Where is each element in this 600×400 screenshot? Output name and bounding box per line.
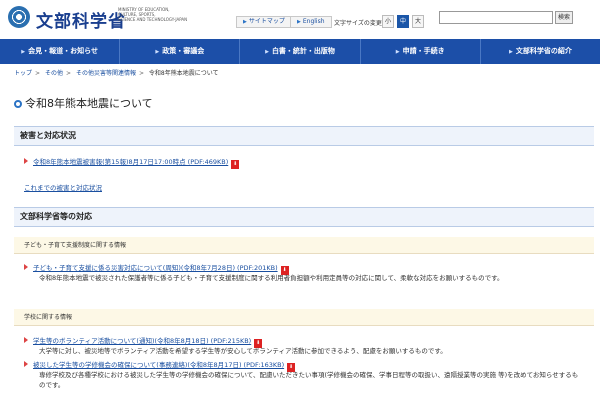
arrow-right-icon: ▶ <box>508 49 513 55</box>
arrow-right-icon: ▶ <box>395 49 400 55</box>
breadcrumb-separator-icon: > <box>35 70 41 77</box>
arrow-right-icon: ▶ <box>297 19 301 25</box>
breadcrumb-separator-icon: > <box>65 70 72 77</box>
circle-bullet-icon <box>14 100 22 108</box>
section-heading-response: 文部科学省等の対応 <box>14 207 594 227</box>
site-logo-text[interactable]: 文部科学省 <box>36 7 126 32</box>
volunteer-activity-description: 大学等に対し、被災地等でボランティア活動を希望する学生等が安心してボランティア活… <box>39 347 447 355</box>
volunteer-activity-link[interactable]: 学生等のボランティア活動について(通知)(令和8年8月18日) (PDF:215… <box>33 337 251 345</box>
subsection-heading-childcare: 子ども・子育て支援制度に関する情報 <box>14 237 594 254</box>
page-title-text: 令和8年熊本地震について <box>25 97 153 110</box>
section-heading-damage: 被害と対応状況 <box>14 126 594 146</box>
bullet-arrow-icon <box>24 264 28 270</box>
logo-sub-line: SCIENCE AND TECHNOLOGY-JAPAN <box>118 17 188 22</box>
nav-item-label: 文部科学省の紹介 <box>515 47 572 55</box>
study-opportunity-description: 専修学校及び各種学校における被災した学生等の学修機会の確保について、配慮いただき… <box>39 371 579 389</box>
bullet-arrow-icon <box>24 361 28 367</box>
nav-item-label: 白書・統計・出版物 <box>271 47 335 55</box>
nav-item-application[interactable]: ▶ 申請・手続き <box>361 39 481 64</box>
arrow-right-icon: ▶ <box>243 19 247 25</box>
nav-item-label: 会見・報道・お知らせ <box>28 47 98 55</box>
bullet-arrow-icon <box>24 337 28 343</box>
breadcrumb-current: 令和8年熊本地震について <box>148 70 219 77</box>
nav-item-policy[interactable]: ▶ 政策・審議会 <box>120 39 241 64</box>
site-header: 文部科学省 MINISTRY OF EDUCATION, CULTURE, SP… <box>0 0 600 38</box>
sitemap-button[interactable]: ▶ サイトマップ <box>236 16 292 28</box>
english-button[interactable]: ▶ English <box>290 16 332 28</box>
nav-item-whitepaper[interactable]: ▶ 白書・統計・出版物 <box>240 39 361 64</box>
childcare-support-link[interactable]: 子ども・子育て支援に係る災害対応について(周知)(令和8年7月28日) (PDF… <box>33 264 278 272</box>
breadcrumb-top[interactable]: トップ <box>14 70 32 77</box>
list-item: 令和8年熊本地震被害報(第15報)8月17日17:00時点 (PDF:469KB… <box>24 156 240 169</box>
nav-item-label: 政策・審議会 <box>162 47 205 55</box>
arrow-right-icon: ▶ <box>265 49 269 55</box>
arrow-right-icon: ▶ <box>21 49 26 55</box>
search-input[interactable] <box>439 11 553 24</box>
past-damage-status-link[interactable]: これまでの被害と対応状況 <box>24 182 102 192</box>
font-size-label: 文字サイズの変更 <box>334 20 382 27</box>
site-logo-subtitle: MINISTRY OF EDUCATION, CULTURE, SPORTS, … <box>118 7 187 22</box>
font-size-small-button[interactable]: 小 <box>382 15 394 28</box>
global-nav: ▶ 会見・報道・お知らせ ▶ 政策・審議会 ▶ 白書・統計・出版物 ▶ 申請・手続き ▶… <box>0 39 600 64</box>
nav-item-about[interactable]: ▶ 文部科学省の紹介 <box>481 39 600 64</box>
breadcrumb-separator-icon: > <box>138 70 144 77</box>
breadcrumb: トップ > その他 > その他災害等関連情報 > 令和8年熊本地震について <box>14 68 219 77</box>
breadcrumb-other[interactable]: その他 <box>45 70 63 77</box>
nav-item-label: 申請・手続き <box>402 47 445 55</box>
study-opportunity-link[interactable]: 被災した学生等の学修機会の確保について(事務連絡)(令和8年8月17日) (PD… <box>33 361 284 369</box>
arrow-right-icon: ▶ <box>155 49 160 55</box>
mext-logo-icon[interactable] <box>8 6 30 28</box>
page-title: 令和8年熊本地震について <box>14 95 153 111</box>
damage-report-link[interactable]: 令和8年熊本地震被害報(第15報)8月17日17:00時点 (PDF:469KB… <box>33 158 228 166</box>
bullet-arrow-icon <box>24 158 28 164</box>
english-label: English <box>302 18 325 25</box>
sitemap-label: サイトマップ <box>248 18 285 25</box>
breadcrumb-disaster-info[interactable]: その他災害等関連情報 <box>76 70 136 77</box>
pdf-icon: ⬇ <box>231 160 240 169</box>
nav-item-press[interactable]: ▶ 会見・報道・お知らせ <box>0 39 121 64</box>
subsection-heading-school: 学校に関する情報 <box>14 309 594 326</box>
font-size-large-button[interactable]: 大 <box>412 15 424 28</box>
childcare-support-description: 令和8年熊本地震で被災された保護者等に係る子ども・子育て支援制度に関する利用者負… <box>39 274 504 282</box>
font-size-medium-button[interactable]: 中 <box>397 15 409 28</box>
search-button[interactable]: 検索 <box>555 11 573 24</box>
